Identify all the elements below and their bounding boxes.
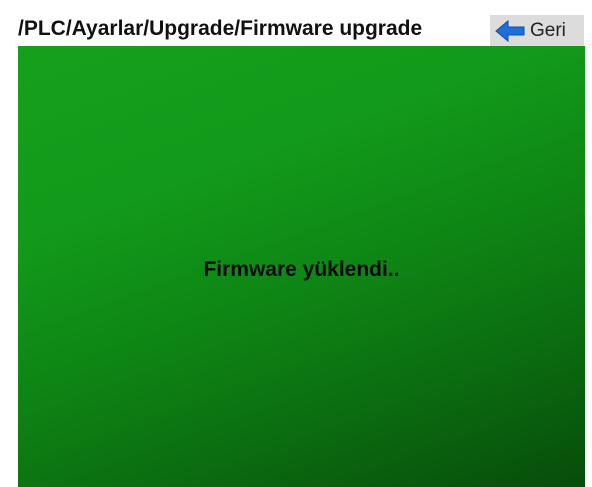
status-panel: Firmware yüklendi.. bbox=[18, 46, 585, 487]
header-bar: /PLC/Ayarlar/Upgrade/Firmware upgrade Ge… bbox=[0, 0, 592, 46]
arrow-left-icon bbox=[494, 19, 526, 43]
back-button[interactable]: Geri bbox=[490, 15, 584, 46]
back-button-label: Geri bbox=[530, 19, 566, 41]
app-window: /PLC/Ayarlar/Upgrade/Firmware upgrade Ge… bbox=[0, 0, 592, 487]
status-message: Firmware yüklendi.. bbox=[203, 258, 400, 281]
breadcrumb: /PLC/Ayarlar/Upgrade/Firmware upgrade bbox=[18, 17, 423, 40]
